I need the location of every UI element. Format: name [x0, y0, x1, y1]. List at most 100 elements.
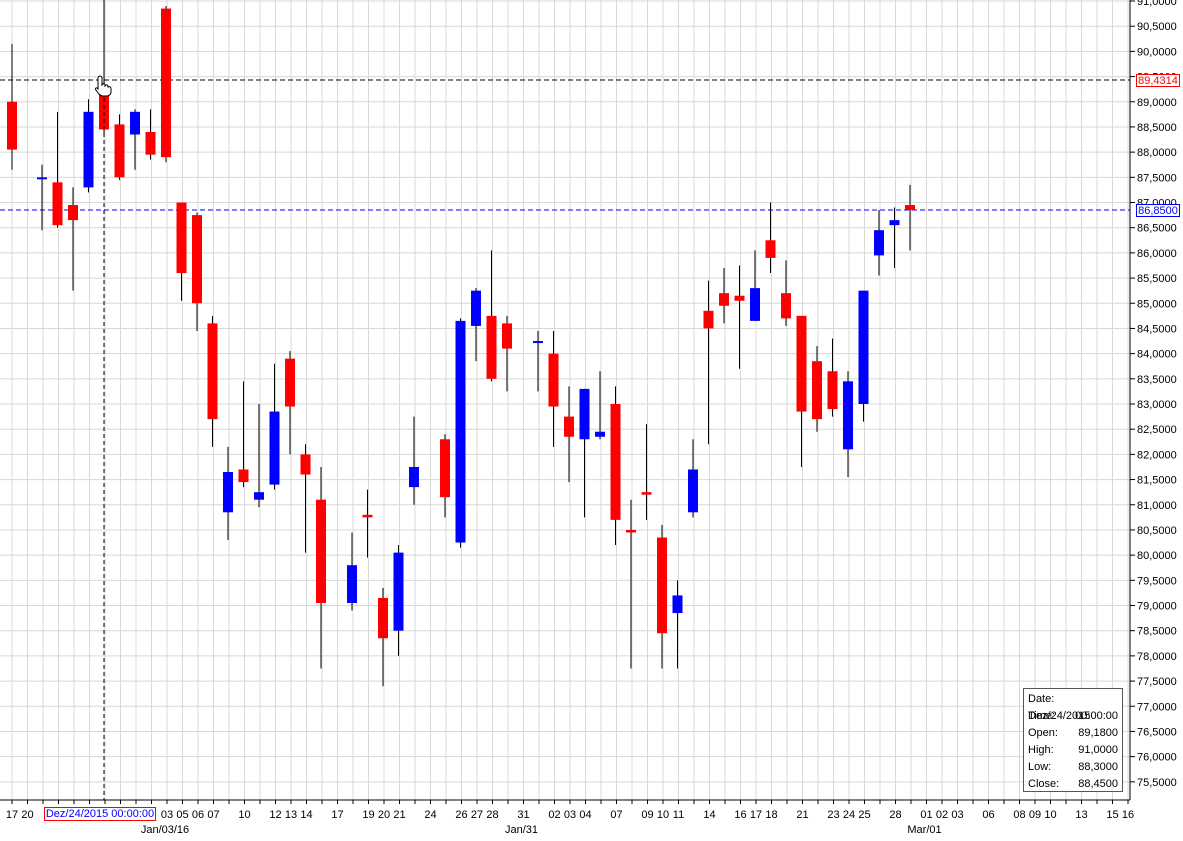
- info-date-row: Date: Dez/24/2015: [1028, 691, 1118, 722]
- y-tick-label: 85,5000: [1137, 273, 1177, 285]
- candle-body: [765, 240, 776, 258]
- x-tick-label: 17: [331, 809, 343, 821]
- candle-body: [192, 215, 202, 304]
- info-close-value: 88,4500: [1078, 778, 1118, 790]
- candle-body: [672, 595, 683, 614]
- x-tick-label: 24: [424, 809, 436, 821]
- candle-body: [858, 290, 869, 404]
- info-close-label: Close:: [1028, 778, 1060, 790]
- x-tick-label: 03: [564, 809, 576, 821]
- candle-body: [223, 472, 233, 513]
- x-tick-label: 10: [657, 809, 669, 821]
- candle-body: [703, 310, 714, 329]
- y-tick-label: 84,5000: [1137, 323, 1177, 335]
- x-tick-label: 08: [1013, 809, 1025, 821]
- price-line-label-89: 89,4314: [1136, 74, 1180, 88]
- candle-body: [176, 202, 187, 274]
- candle-body: [579, 388, 590, 440]
- candle-body: [83, 111, 94, 188]
- x-tick-label: 02: [936, 809, 948, 821]
- x-tick-label: 26: [455, 809, 467, 821]
- candle-body: [7, 101, 17, 150]
- info-low-row: Low: 88,3000: [1028, 759, 1118, 776]
- candle-body: [269, 411, 280, 485]
- y-tick-label: 78,0000: [1137, 651, 1177, 663]
- candle-body: [486, 315, 497, 379]
- x-tick-label: 07: [610, 809, 622, 821]
- info-time-label: Time:: [1028, 710, 1056, 722]
- y-tick-label: 90,0000: [1137, 46, 1177, 58]
- y-tick-label: 82,0000: [1137, 449, 1177, 461]
- x-tick-label: 10: [238, 809, 250, 821]
- info-date-label: Date:: [1028, 693, 1055, 705]
- chart-canvas[interactable]: 91,000090,500090,000089,500089,000088,50…: [0, 0, 1183, 841]
- x-tick-label: 01: [920, 809, 932, 821]
- info-high-value: 91,0000: [1078, 744, 1118, 756]
- y-tick-label: 89,0000: [1137, 97, 1177, 109]
- candle-body: [688, 469, 698, 513]
- info-open-row: Open: 89,1800: [1028, 725, 1118, 742]
- x-tick-label: 13: [285, 809, 297, 821]
- candle-body: [641, 492, 652, 495]
- x-tick-label: 07: [207, 809, 219, 821]
- y-tick-label: 75,5000: [1137, 777, 1177, 789]
- ohlc-info-panel: Date: Dez/24/2015 Time: 00:00:00 Open: 8…: [1023, 688, 1123, 792]
- y-tick-label: 83,5000: [1137, 374, 1177, 386]
- y-tick-label: 81,5000: [1137, 475, 1177, 487]
- candle-body: [130, 111, 140, 135]
- y-tick-label: 78,5000: [1137, 626, 1177, 638]
- candle-body: [285, 358, 295, 407]
- x-tick-label: 11: [673, 809, 684, 821]
- candle-body: [626, 529, 636, 533]
- info-low-label: Low:: [1028, 761, 1052, 773]
- x-tick-label: 10: [1044, 809, 1056, 821]
- x-tick-label: 16: [734, 809, 746, 821]
- info-high-label: High:: [1028, 744, 1054, 756]
- price-line-label-86: 86,8500: [1136, 204, 1180, 218]
- candle-body: [734, 295, 745, 301]
- candle-body: [905, 205, 915, 211]
- x-tick-label: 14: [300, 809, 312, 821]
- x-tick-label: 03: [951, 809, 963, 821]
- candle-body: [161, 8, 171, 158]
- y-tick-label: 88,5000: [1137, 122, 1177, 134]
- candle-body: [316, 499, 326, 603]
- x-tick-label: 16: [1122, 809, 1134, 821]
- y-tick-label: 76,0000: [1137, 752, 1177, 764]
- x-tick-label: 23: [827, 809, 839, 821]
- candle-body: [37, 177, 47, 180]
- candle-body: [610, 404, 621, 520]
- candle-body: [548, 353, 559, 407]
- candle-body: [564, 416, 574, 437]
- candle-body: [781, 293, 791, 319]
- candle-body: [440, 439, 450, 498]
- candle-body: [362, 514, 373, 518]
- candle-body: [471, 290, 481, 326]
- candle-body: [874, 230, 884, 256]
- info-time-value: 00:00:00: [1075, 710, 1118, 722]
- hand-pointer-icon: [94, 75, 112, 97]
- y-tick-label: 82,5000: [1137, 424, 1177, 436]
- x-tick-label: 05: [176, 809, 188, 821]
- x-tick-label: 27: [471, 809, 483, 821]
- y-tick-label: 77,5000: [1137, 676, 1177, 688]
- candle-body: [300, 454, 311, 475]
- candle-body: [533, 341, 543, 344]
- x-tick-label: 15: [1106, 809, 1118, 821]
- candle-body: [378, 597, 388, 639]
- x-tick-label: 18: [765, 809, 777, 821]
- candlestick-chart[interactable]: 91,000090,500090,000089,500089,000088,50…: [0, 0, 1183, 841]
- candle-body: [796, 315, 807, 412]
- candle-body: [719, 293, 729, 306]
- candle-body: [238, 469, 249, 483]
- candle-body: [68, 205, 78, 221]
- candle-body: [347, 565, 357, 603]
- x-month-label: Jan/31: [505, 824, 538, 836]
- x-tick-label: 17: [750, 809, 762, 821]
- y-tick-label: 88,0000: [1137, 147, 1177, 159]
- x-tick-label: 14: [703, 809, 715, 821]
- x-tick-label: 06: [192, 809, 204, 821]
- y-tick-label: 83,0000: [1137, 399, 1177, 411]
- x-tick-label: 20: [21, 809, 33, 821]
- y-tick-label: 79,0000: [1137, 601, 1177, 613]
